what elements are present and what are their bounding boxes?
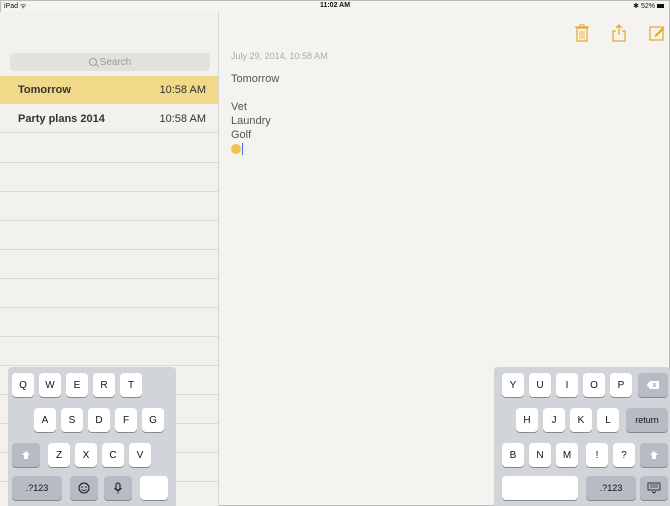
clock: 11:02 AM — [319, 2, 351, 9]
text-cursor — [242, 143, 243, 156]
battery-label: ✱ 52% — [633, 3, 655, 10]
key-v[interactable]: V — [129, 443, 151, 467]
note-line: Tomorrow — [231, 73, 280, 85]
status-bar: iPad ᯤ 11:02 AM ✱ 52% — [0, 0, 670, 12]
key-g[interactable]: G — [142, 408, 164, 432]
key-h[interactable]: H — [516, 408, 538, 432]
shift-arrow-icon — [650, 451, 658, 459]
key-u[interactable]: U — [529, 373, 551, 397]
shift-key[interactable] — [12, 443, 40, 467]
key-x[interactable]: X — [75, 443, 97, 467]
microphone-icon — [114, 482, 122, 494]
compose-icon[interactable] — [649, 24, 665, 42]
key-y[interactable]: Y — [502, 373, 524, 397]
key-i[interactable]: I — [556, 373, 578, 397]
key-k[interactable]: K — [570, 408, 592, 432]
battery-indicator: ✱ 52% — [633, 2, 664, 10]
key-c[interactable]: C — [102, 443, 124, 467]
note-list-item-party-plans[interactable]: Party plans 2014 10:58 AM — [0, 105, 218, 133]
key-b[interactable]: B — [502, 443, 524, 467]
key-j[interactable]: J — [543, 408, 565, 432]
split-keyboard-left: Q W E R T A S D F G Z X C V .?123 — [8, 367, 176, 506]
key-f[interactable]: F — [115, 408, 137, 432]
shift-arrow-icon — [22, 451, 30, 459]
battery-icon — [657, 4, 664, 9]
search-placeholder: Search — [99, 56, 132, 68]
split-keyboard-right: Y U I O P H J K L return B N M ! ? .?123 — [494, 367, 670, 506]
note-date: July 29, 2014, 10:58 AM — [231, 51, 328, 61]
key-z[interactable]: Z — [48, 443, 70, 467]
key-question[interactable]: ? — [613, 443, 635, 467]
return-key[interactable]: return — [626, 408, 668, 432]
key-exclamation[interactable]: ! — [586, 443, 608, 467]
trash-icon[interactable] — [574, 24, 590, 42]
note-title: Party plans 2014 — [18, 112, 105, 125]
note-emoji-line — [231, 142, 279, 156]
emoji-face-icon — [78, 482, 90, 494]
key-r[interactable]: R — [93, 373, 115, 397]
key-s[interactable]: S — [61, 408, 83, 432]
key-q[interactable]: Q — [12, 373, 34, 397]
key-w[interactable]: W — [39, 373, 61, 397]
note-list-item-tomorrow[interactable]: Tomorrow 10:58 AM — [0, 76, 218, 104]
keyboard-hide-icon — [647, 482, 661, 494]
delete-key[interactable] — [638, 373, 668, 397]
dictation-key[interactable] — [104, 476, 132, 500]
key-o[interactable]: O — [583, 373, 605, 397]
note-time: 10:58 AM — [159, 83, 206, 96]
key-l[interactable]: L — [597, 408, 619, 432]
space-key-left[interactable] — [140, 476, 168, 500]
key-e[interactable]: E — [66, 373, 88, 397]
key-a[interactable]: A — [34, 408, 56, 432]
search-icon — [88, 58, 97, 66]
note-time: 10:58 AM — [159, 112, 206, 125]
key-t[interactable]: T — [120, 373, 142, 397]
numbers-key-right[interactable]: .?123 — [586, 476, 636, 500]
shift-key-right[interactable] — [640, 443, 668, 467]
space-key-right[interactable] — [502, 476, 578, 500]
note-body[interactable]: Tomorrow Vet Laundry Golf — [231, 72, 279, 156]
numbers-key[interactable]: .?123 — [12, 476, 62, 500]
backspace-icon — [646, 381, 659, 389]
smiley-emoji-icon — [231, 144, 241, 155]
note-line: Vet — [231, 101, 247, 113]
key-m[interactable]: M — [556, 443, 578, 467]
key-n[interactable]: N — [529, 443, 551, 467]
search-field[interactable]: Search — [10, 53, 210, 71]
hide-keyboard-key[interactable] — [640, 476, 668, 500]
note-title: Tomorrow — [18, 83, 71, 96]
key-p[interactable]: P — [610, 373, 632, 397]
note-line — [231, 86, 279, 100]
note-line: Laundry — [231, 115, 271, 127]
share-icon[interactable] — [611, 24, 627, 42]
note-line: Golf — [231, 129, 252, 141]
emoji-key[interactable] — [70, 476, 98, 500]
key-d[interactable]: D — [88, 408, 110, 432]
